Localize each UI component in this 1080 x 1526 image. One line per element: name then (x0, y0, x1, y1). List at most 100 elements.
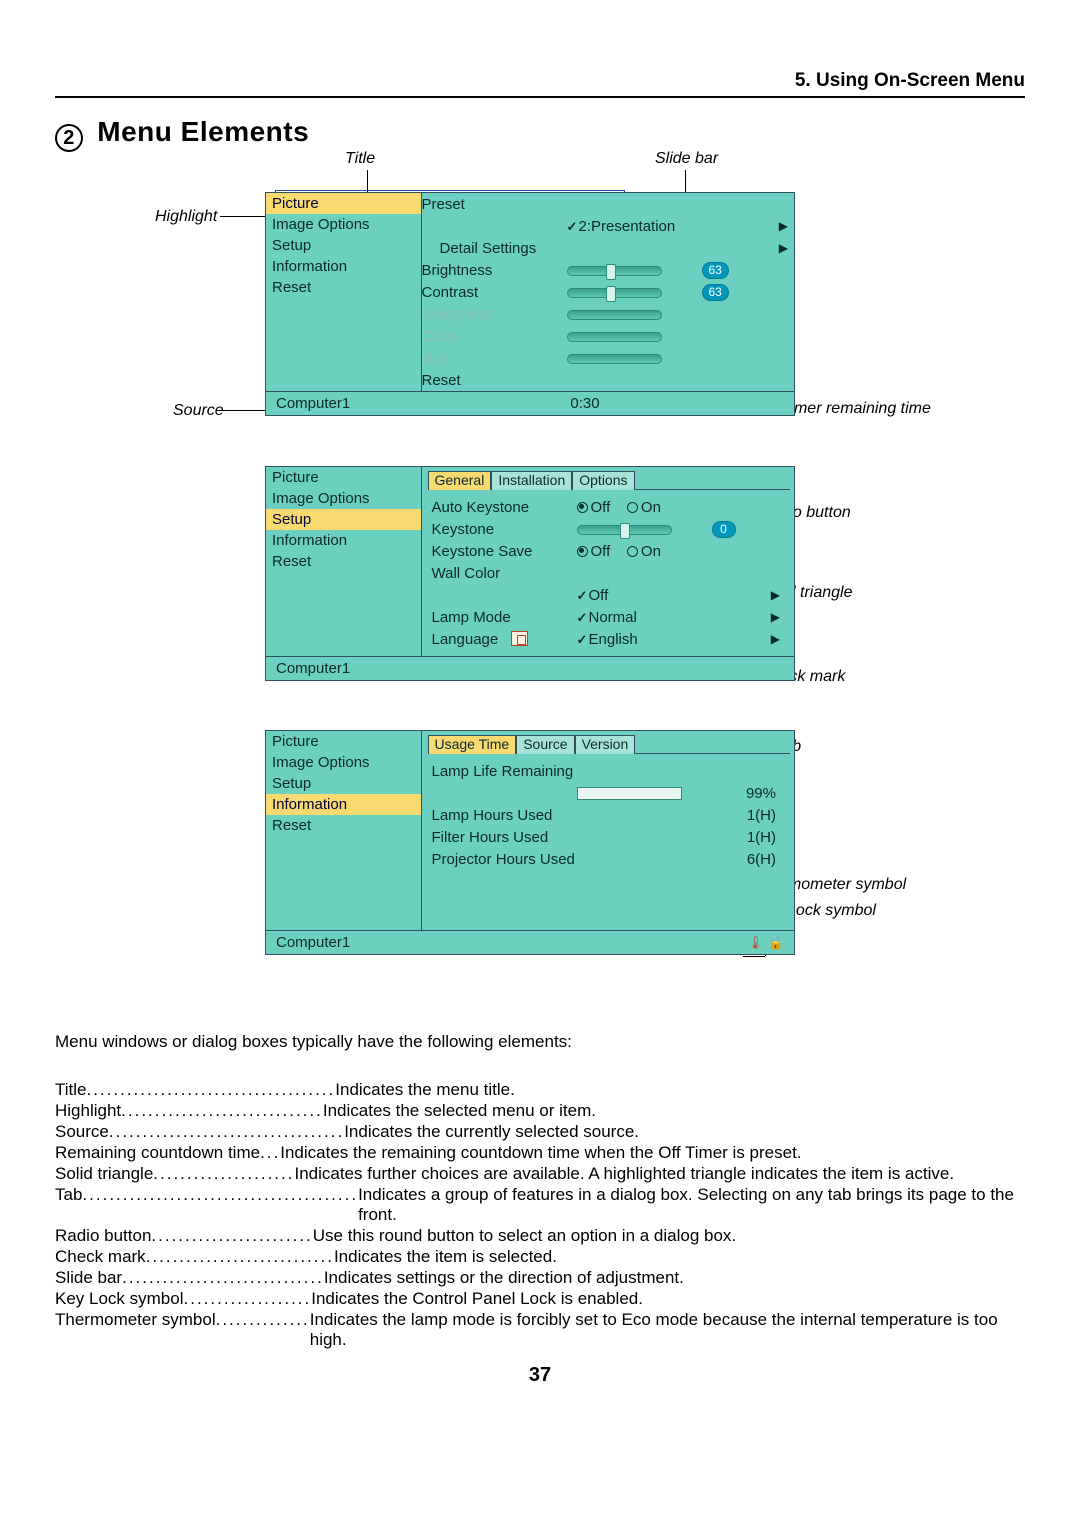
sidebar-item-information[interactable]: Information (266, 530, 421, 551)
check-mark-icon: ✓ (577, 588, 589, 604)
row-filterhours: Filter Hours Used (432, 829, 632, 846)
hue-slider (567, 354, 662, 364)
filterhours-value: 1(H) (747, 829, 776, 846)
def-desc: Indicates the remaining countdown time w… (280, 1143, 1025, 1163)
solid-triangle-icon[interactable]: ▶ (771, 632, 780, 646)
sidebar-item-imageoptions[interactable]: Image Options (266, 488, 421, 509)
row-detail-settings[interactable]: Detail Settings (422, 240, 567, 257)
def-term: Slide bar (55, 1268, 122, 1288)
sidebar-item-reset[interactable]: Reset (266, 277, 421, 298)
chapter-heading: 5. Using On-Screen Menu (55, 70, 1025, 98)
preset-value: 2:Presentation (579, 218, 676, 235)
row-wallcolor[interactable]: Wall Color (432, 565, 577, 582)
label-title: Title (345, 150, 375, 168)
def-term: Highlight (55, 1101, 121, 1121)
solid-triangle-icon[interactable]: ▶ (771, 588, 780, 602)
def-desc: Indicates the Control Panel Lock is enab… (311, 1289, 1025, 1309)
row-lamplife: Lamp Life Remaining (432, 763, 574, 780)
footer-source: Computer1 (276, 934, 436, 951)
sidebar-item-picture[interactable]: Picture (266, 467, 421, 488)
brightness-value: 63 (702, 262, 729, 279)
contrast-value: 63 (702, 284, 729, 301)
tab-general[interactable]: General (428, 471, 492, 490)
def-desc: Indicates a group of features in a dialo… (358, 1185, 1025, 1225)
intro-text: Menu windows or dialog boxes typically h… (55, 1032, 1025, 1052)
row-hue: Hue (422, 350, 567, 367)
color-slider (567, 332, 662, 342)
footer-timer: 0:30 (436, 395, 734, 412)
check-mark-icon: ✓ (577, 632, 589, 648)
label-highlight: Highlight (155, 208, 217, 226)
radio-on[interactable] (627, 546, 638, 557)
def-term: Solid triangle (55, 1164, 153, 1184)
def-desc: Indicates settings or the direction of a… (324, 1268, 1025, 1288)
tab-usagetime[interactable]: Usage Time (428, 735, 517, 754)
def-term: Title (55, 1080, 87, 1100)
row-color: Color (422, 328, 567, 345)
keystone-value: 0 (712, 521, 736, 538)
row-preset[interactable]: Preset (422, 196, 567, 213)
language-icon (511, 631, 528, 646)
radio-off[interactable] (577, 546, 588, 557)
sidebar-item-imageoptions[interactable]: Image Options (266, 214, 421, 235)
sidebar-item-information[interactable]: Information (266, 256, 421, 277)
projhours-value: 6(H) (747, 851, 776, 868)
sidebar-item-setup[interactable]: Setup (266, 235, 421, 256)
radio-off[interactable] (577, 502, 588, 513)
row-projhours: Projector Hours Used (432, 851, 632, 868)
row-contrast[interactable]: Contrast (422, 284, 567, 301)
menu-information: Picture Image Options Setup Information … (265, 730, 795, 955)
label-slidebar: Slide bar (655, 150, 718, 168)
sidebar-item-reset[interactable]: Reset (266, 551, 421, 572)
sidebar-item-setup[interactable]: Setup (266, 773, 421, 794)
footer-source: Computer1 (276, 395, 436, 412)
footer-source: Computer1 (276, 660, 436, 677)
sidebar-item-setup[interactable]: Setup (266, 509, 421, 530)
def-desc: Indicates the menu title. (335, 1080, 1025, 1100)
def-term: Thermometer symbol (55, 1310, 216, 1330)
def-term: Check mark (55, 1247, 146, 1267)
def-term: Tab (55, 1185, 82, 1205)
solid-triangle-icon[interactable]: ▶ (771, 610, 780, 624)
row-brightness[interactable]: Brightness (422, 262, 567, 279)
row-keystone[interactable]: Keystone (432, 521, 577, 538)
def-term: Key Lock symbol (55, 1289, 184, 1309)
contrast-slider[interactable] (567, 288, 662, 298)
definitions-list: Title ..................................… (55, 1080, 1025, 1350)
def-desc: Indicates further choices are available.… (294, 1164, 1025, 1184)
page-number: 37 (55, 1364, 1025, 1387)
check-mark-icon: ✓ (567, 219, 579, 235)
row-reset[interactable]: Reset (422, 372, 567, 389)
brightness-slider[interactable] (567, 266, 662, 276)
row-lamphours: Lamp Hours Used (432, 807, 632, 824)
radio-on[interactable] (627, 502, 638, 513)
def-desc: Indicates the selected menu or item. (323, 1101, 1025, 1121)
sidebar-item-imageoptions[interactable]: Image Options (266, 752, 421, 773)
solid-triangle-icon[interactable]: ▶ (779, 219, 788, 233)
tab-options[interactable]: Options (572, 471, 634, 490)
lock-icon: 🔒 (768, 935, 784, 950)
sidebar-item-picture[interactable]: Picture (266, 193, 421, 214)
row-keystonesave[interactable]: Keystone Save (432, 543, 577, 560)
sidebar-item-reset[interactable]: Reset (266, 815, 421, 836)
tab-installation[interactable]: Installation (491, 471, 572, 490)
tab-source[interactable]: Source (516, 735, 574, 754)
section-title-text: Menu Elements (97, 116, 309, 147)
row-lampmode[interactable]: Lamp Mode (432, 609, 577, 626)
solid-triangle-icon[interactable]: ▶ (779, 241, 788, 255)
menu-setup: Picture Image Options Setup Information … (265, 466, 795, 681)
menu-picture: Picture Image Options Setup Information … (265, 192, 795, 416)
tab-version[interactable]: Version (575, 735, 636, 754)
row-language[interactable]: Language (432, 631, 577, 648)
label-source: Source (173, 402, 224, 420)
row-autokeystone[interactable]: Auto Keystone (432, 499, 577, 516)
lamphours-value: 1(H) (747, 807, 776, 824)
lamplife-progress (577, 787, 682, 800)
def-desc: Indicates the item is selected. (334, 1247, 1025, 1267)
def-desc: Indicates the currently selected source. (344, 1122, 1025, 1142)
def-term: Source (55, 1122, 109, 1142)
lamplife-value: 99% (746, 785, 776, 802)
sidebar-item-information[interactable]: Information (266, 794, 421, 815)
sidebar-item-picture[interactable]: Picture (266, 731, 421, 752)
keystone-slider[interactable] (577, 525, 672, 535)
